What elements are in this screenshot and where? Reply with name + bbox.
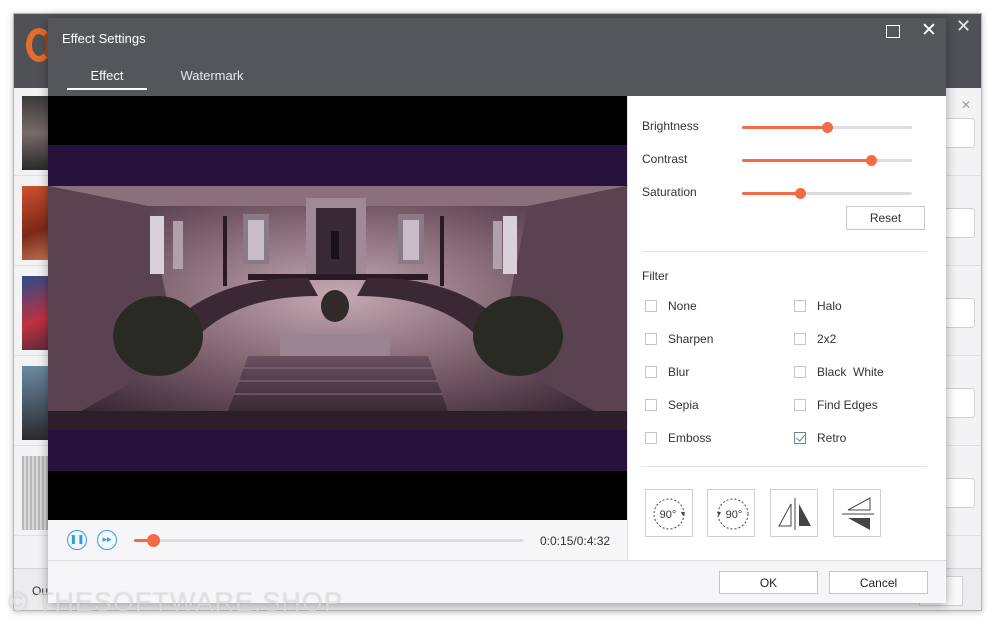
filter-label: Sepia <box>668 398 699 412</box>
seek-slider[interactable] <box>134 534 523 547</box>
watermark-text: © THESOFTWARE.SHOP <box>8 587 343 617</box>
brightness-row: Brightness <box>628 117 947 137</box>
checkbox[interactable] <box>645 432 657 444</box>
rotate-clockwise-label: 90° <box>660 509 677 521</box>
contrast-slider[interactable] <box>742 155 912 166</box>
saturation-label: Saturation <box>642 185 697 199</box>
contrast-handle[interactable] <box>866 155 878 166</box>
flip-vertical-icon <box>842 497 874 530</box>
thumbnail <box>22 96 50 170</box>
checkbox[interactable] <box>794 300 806 312</box>
checkbox[interactable] <box>794 333 806 345</box>
tab-watermark[interactable]: Watermark <box>166 68 258 90</box>
contrast-fill <box>742 159 872 162</box>
checkbox[interactable] <box>794 432 806 444</box>
flip-horizontal-button[interactable] <box>770 489 818 537</box>
filter-label: Sharpen <box>668 332 714 346</box>
filter-label: Retro <box>817 431 847 445</box>
brightness-handle[interactable] <box>822 122 833 133</box>
rotate-clockwise-button[interactable]: 90° <box>645 489 693 537</box>
filter-label: Find Edges <box>817 398 878 412</box>
thumbnail <box>22 456 50 530</box>
brightness-label: Brightness <box>642 119 699 133</box>
saturation-slider[interactable] <box>742 188 912 199</box>
saturation-row: Saturation <box>628 183 947 203</box>
filter-title: Filter <box>642 269 669 283</box>
saturation-fill <box>742 192 800 195</box>
rotate-clockwise-icon: 90° <box>653 498 685 530</box>
flip-vertical-button[interactable] <box>833 489 881 537</box>
brightness-fill <box>742 126 827 129</box>
rotate-counterclockwise-icon: 90° <box>717 498 749 530</box>
checkbox[interactable] <box>645 366 657 378</box>
filter-label: Blur <box>668 365 690 379</box>
seek-handle[interactable] <box>147 534 161 547</box>
pause-button[interactable]: ❚❚ <box>67 530 87 550</box>
close-icon[interactable]: ✕ <box>918 20 940 44</box>
player-controls: ❚❚ ▸▸ 0:0:15/0:4:32 <box>48 520 627 560</box>
video-frame-image <box>48 186 627 430</box>
filter-label: None <box>668 299 697 313</box>
filter-label: 2x2 <box>817 332 837 346</box>
rotate-counterclockwise-label: 90° <box>726 509 743 521</box>
filter-label: Emboss <box>668 431 712 445</box>
fast-forward-button[interactable]: ▸▸ <box>97 530 117 550</box>
rotate-counterclockwise-button[interactable]: 90° <box>707 489 755 537</box>
cancel-button[interactable]: Cancel <box>829 571 928 594</box>
brightness-slider[interactable] <box>742 122 912 133</box>
filter-label: Black White <box>817 365 884 379</box>
dialog-title: Effect Settings <box>62 31 146 46</box>
thumbnail <box>22 186 50 260</box>
flip-horizontal-icon <box>778 498 811 530</box>
contrast-label: Contrast <box>642 152 688 166</box>
thumbnail <box>22 366 50 440</box>
ok-button[interactable]: OK <box>719 571 818 594</box>
saturation-handle[interactable] <box>794 188 806 199</box>
tab-effect[interactable]: Effect <box>67 68 147 90</box>
thumbnail <box>22 276 50 350</box>
checkbox[interactable] <box>645 399 657 411</box>
divider <box>642 466 927 467</box>
effect-settings-panel: Brightness Contrast Saturation Reset Fil… <box>627 96 946 560</box>
checkbox[interactable] <box>645 300 657 312</box>
bg-dismiss-icon[interactable]: ✕ <box>961 98 971 112</box>
maximize-icon[interactable] <box>886 25 900 38</box>
playback-time: 0:0:15/0:4:32 <box>540 534 611 548</box>
divider <box>642 251 927 252</box>
filter-label: Halo <box>817 299 842 313</box>
video-preview[interactable] <box>48 96 627 520</box>
dialog-header: Effect Settings ✕ Effect Watermark <box>48 18 946 96</box>
checkbox[interactable] <box>794 366 806 378</box>
reset-button[interactable]: Reset <box>846 206 925 230</box>
bg-close-icon[interactable]: ✕ <box>956 16 971 36</box>
checkbox[interactable] <box>645 333 657 345</box>
checkbox[interactable] <box>794 399 806 411</box>
contrast-row: Contrast <box>628 150 947 170</box>
effect-settings-dialog: Effect Settings ✕ Effect Watermark ❚❚ ▸▸… <box>48 18 946 603</box>
